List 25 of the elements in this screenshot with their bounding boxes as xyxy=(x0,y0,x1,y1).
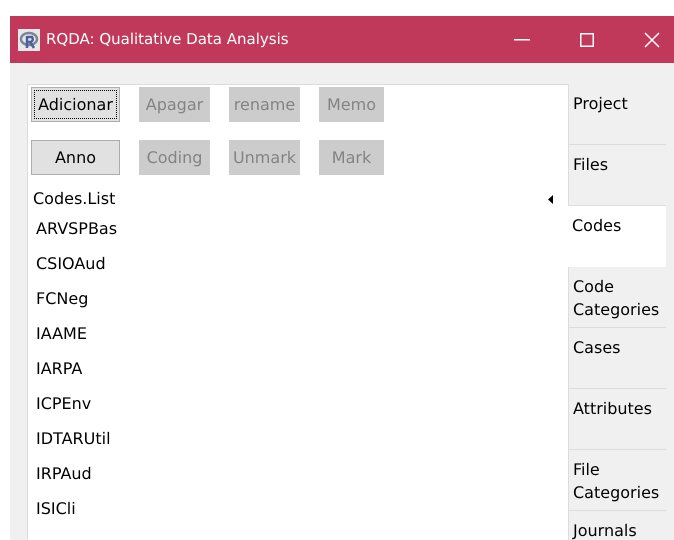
list-header: Codes.List xyxy=(33,188,116,210)
window-title: RQDA: Qualitative Data Analysis xyxy=(46,29,290,50)
code-item[interactable]: IRPAud xyxy=(36,456,568,491)
side-tab[interactable]: Project xyxy=(568,84,666,145)
code-item[interactable]: FCNeg xyxy=(36,281,568,316)
code-item[interactable]: ARVSPBas xyxy=(36,211,568,246)
code-item[interactable]: IARPA xyxy=(36,351,568,386)
side-tab[interactable]: Attributes xyxy=(568,389,666,450)
code-item[interactable]: ISICli xyxy=(36,491,568,526)
toolbar-button[interactable]: Anno xyxy=(31,140,120,175)
minimize-icon[interactable] xyxy=(514,38,530,40)
toolbar-button[interactable]: Adicionar xyxy=(31,87,120,122)
collapse-arrow-icon[interactable] xyxy=(548,194,553,204)
close-icon[interactable] xyxy=(644,32,660,48)
app-logo-icon xyxy=(18,28,40,50)
code-item[interactable]: CSIOAud xyxy=(36,246,568,281)
maximize-icon[interactable] xyxy=(580,32,594,46)
side-tab[interactable]: Files xyxy=(568,145,666,206)
code-item[interactable]: IDTARUtil xyxy=(36,421,568,456)
code-item[interactable]: IAAME xyxy=(36,316,568,351)
side-tab[interactable]: File Categories xyxy=(568,450,666,511)
side-tab[interactable]: Codes xyxy=(566,206,666,267)
code-item[interactable]: ICPEnv xyxy=(36,386,568,421)
side-tab[interactable]: Code Categories xyxy=(568,267,666,328)
side-tab[interactable]: Cases xyxy=(568,328,666,389)
